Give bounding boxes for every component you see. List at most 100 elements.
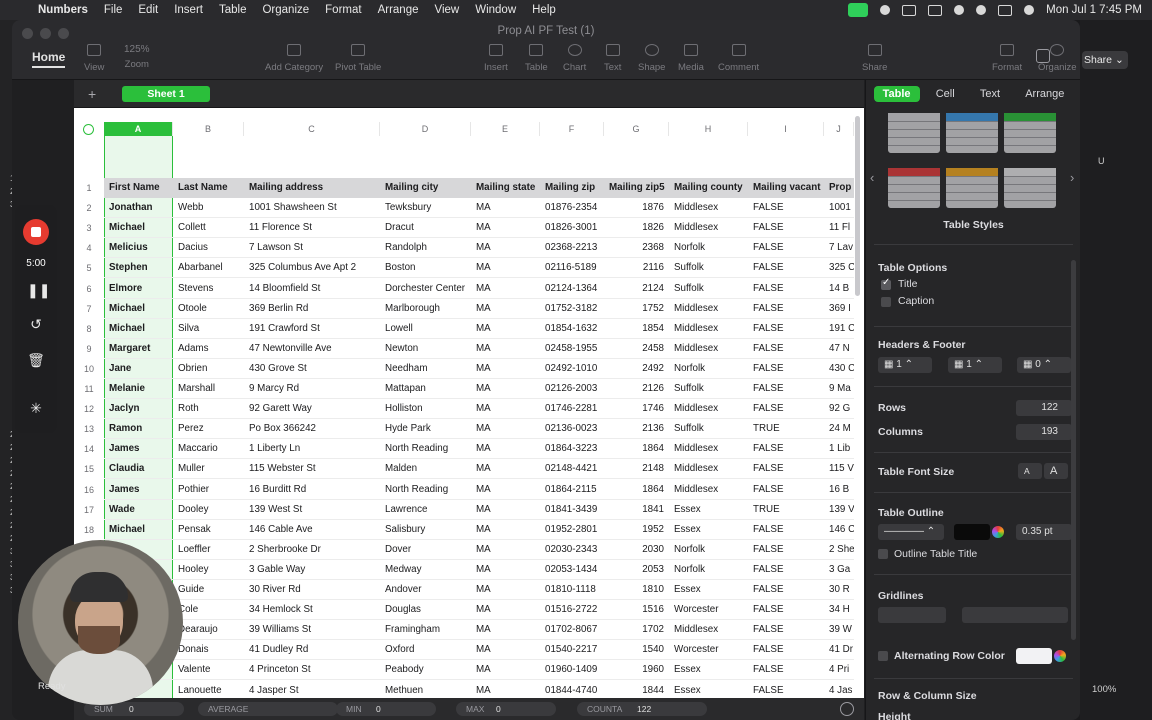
row-number[interactable]: 12 <box>74 399 104 419</box>
table-cell[interactable]: Medway <box>380 560 471 580</box>
table-cell[interactable]: 3 Gable Way <box>244 560 380 580</box>
table-cell[interactable]: MA <box>471 359 540 379</box>
trash-icon[interactable]: 🗑 <box>27 351 45 369</box>
shape-button[interactable]: Shape <box>638 44 665 73</box>
table-style-thumb[interactable] <box>888 113 940 153</box>
table-cell[interactable]: FALSE <box>748 600 824 621</box>
table-style-thumb[interactable] <box>1004 168 1056 208</box>
table-cell[interactable]: Dearaujo <box>173 620 244 641</box>
footer-rows-stepper[interactable]: ▦ 0 ⌃ <box>1017 357 1071 373</box>
sheet-scrollbar[interactable] <box>855 108 861 708</box>
table-cell[interactable]: 11 Fl <box>824 218 854 239</box>
table-cell[interactable]: Valente <box>173 660 244 681</box>
row-number[interactable]: 18 <box>74 520 104 540</box>
table-cell[interactable]: Ramon <box>104 419 173 440</box>
table-cell[interactable]: Norfolk <box>669 560 748 580</box>
comment-button[interactable]: Comment <box>718 44 759 73</box>
column-title-cell[interactable]: First Name <box>104 178 173 198</box>
table-cell[interactable]: FALSE <box>748 319 824 339</box>
table-cell[interactable]: 9 Ma <box>824 379 854 399</box>
table-cell[interactable]: 1 Liberty Ln <box>244 439 380 460</box>
inspector-scrollbar[interactable] <box>1071 260 1076 640</box>
table-cell[interactable]: Andover <box>380 580 471 600</box>
search-icon[interactable] <box>976 5 987 15</box>
table-cell[interactable]: 02492-1010 <box>540 359 604 379</box>
table-cell[interactable]: 2148 <box>604 459 669 480</box>
table-cell[interactable]: FALSE <box>748 520 824 540</box>
column-header-i[interactable]: I <box>748 122 824 136</box>
table-cell[interactable]: FALSE <box>748 238 824 259</box>
table-cell[interactable]: 191 Crawford St <box>244 319 380 339</box>
table-cell[interactable]: Lowell <box>380 319 471 339</box>
table-cell[interactable]: Suffolk <box>669 258 748 279</box>
table-cell[interactable]: 24 M <box>824 419 854 440</box>
table-cell[interactable]: MA <box>471 640 540 661</box>
max-pill[interactable]: MAX 0 <box>456 702 556 716</box>
table-cell[interactable]: 3 Ga <box>824 560 854 580</box>
outline-color-swatch[interactable] <box>954 524 990 540</box>
table-cell[interactable]: 02124-1364 <box>540 279 604 299</box>
chart-button[interactable]: Chart <box>563 44 586 73</box>
row-number[interactable]: 9 <box>74 339 104 359</box>
row-number[interactable]: 13 <box>74 419 104 439</box>
table-cell[interactable]: North Reading <box>380 439 471 460</box>
row-number[interactable]: 5 <box>74 258 104 278</box>
table-cell[interactable]: 325 Columbus Ave Apt 2 <box>244 258 380 279</box>
table-cell[interactable]: Douglas <box>380 600 471 621</box>
table-cell[interactable]: Stevens <box>173 279 244 299</box>
table-cell[interactable]: 01746-2281 <box>540 399 604 420</box>
siri-icon[interactable] <box>1024 5 1035 15</box>
restart-icon[interactable]: ↺ <box>27 315 45 333</box>
table-cell[interactable]: Middlesex <box>669 299 748 319</box>
table-cell[interactable]: Melanie <box>104 379 173 399</box>
table-cell[interactable]: Roth <box>173 399 244 420</box>
screen-icon[interactable] <box>902 4 917 16</box>
table-cell[interactable]: 47 N <box>824 339 854 359</box>
column-title-cell[interactable]: Prop <box>824 178 854 198</box>
table-cell[interactable]: MA <box>471 660 540 681</box>
table-cell[interactable]: FALSE <box>748 459 824 480</box>
table-cell[interactable]: 34 Hemlock St <box>244 600 380 621</box>
table-cell[interactable]: Adams <box>173 339 244 359</box>
table-cell[interactable]: Hooley <box>173 560 244 580</box>
row-number[interactable]: 1 <box>74 178 104 198</box>
menu-view[interactable]: View <box>427 4 468 16</box>
table-cell[interactable]: Stephen <box>104 258 173 279</box>
columns-stepper[interactable]: 193 <box>1016 424 1072 440</box>
table-cell[interactable]: 01702-8067 <box>540 620 604 641</box>
table-cell[interactable]: 34 H <box>824 600 854 621</box>
table-cell[interactable]: 02136-0023 <box>540 419 604 440</box>
table-cell[interactable]: 4 Princeton St <box>244 660 380 681</box>
table-cell[interactable]: 1952 <box>604 520 669 540</box>
table-cell[interactable]: 369 Berlin Rd <box>244 299 380 319</box>
table-cell[interactable]: MA <box>471 379 540 399</box>
pause-icon[interactable]: ❚❚ <box>27 281 50 299</box>
table-cell[interactable]: Hyde Park <box>380 419 471 440</box>
row-number[interactable]: 7 <box>74 299 104 319</box>
table-cell[interactable]: 146 Cable Ave <box>244 520 380 540</box>
gridlines-segment-left[interactable] <box>878 607 946 623</box>
table-button[interactable]: Table <box>525 44 548 73</box>
table-cell[interactable]: Suffolk <box>669 379 748 399</box>
table-cell[interactable]: 01841-3439 <box>540 500 604 520</box>
home-tab[interactable]: Home <box>32 50 66 68</box>
menu-app[interactable]: Numbers <box>30 4 96 16</box>
table-cell[interactable]: FALSE <box>748 279 824 299</box>
min-pill[interactable]: MIN 0 <box>336 702 436 716</box>
control-center-icon[interactable] <box>998 4 1013 16</box>
table-cell[interactable]: Webb <box>173 198 244 219</box>
table-cell[interactable]: Maccario <box>173 439 244 460</box>
menu-table[interactable]: Table <box>211 4 255 16</box>
table-cell[interactable]: MA <box>471 520 540 540</box>
table-cell[interactable]: Margaret <box>104 339 173 359</box>
table-cell[interactable]: FALSE <box>748 620 824 641</box>
table-cell[interactable]: 1841 <box>604 500 669 520</box>
table-cell[interactable]: 01826-3001 <box>540 218 604 239</box>
table-cell[interactable]: 47 Newtonville Ave <box>244 339 380 359</box>
table-cell[interactable]: Jaclyn <box>104 399 173 420</box>
table-cell[interactable]: Claudia <box>104 459 173 480</box>
table-cell[interactable]: 9 Marcy Rd <box>244 379 380 399</box>
header-rows-stepper[interactable]: ▦ 1 ⌃ <box>878 357 932 373</box>
table-cell[interactable]: 14 B <box>824 279 854 299</box>
row-number[interactable]: 3 <box>74 218 104 238</box>
